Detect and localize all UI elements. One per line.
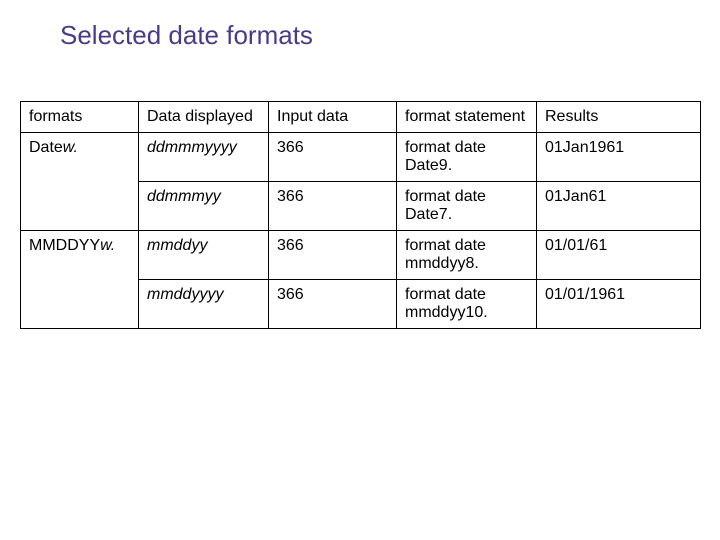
cell-display: mmddyyyy	[139, 280, 269, 329]
cell-input: 366	[269, 280, 397, 329]
cell-result: 01/01/61	[537, 231, 701, 280]
header-formats: formats	[21, 102, 139, 133]
format-suffix: w.	[63, 139, 78, 156]
format-suffix: w.	[100, 237, 115, 254]
cell-stmt: format date mmddyy10.	[397, 280, 537, 329]
cell-input: 366	[269, 231, 397, 280]
table-row: MMDDYYw. mmddyy 366 format date mmddyy8.…	[21, 231, 701, 280]
header-results: Results	[537, 102, 701, 133]
page-title: Selected date formats	[60, 20, 700, 51]
cell-result: 01/01/1961	[537, 280, 701, 329]
cell-stmt: format date Date7.	[397, 182, 537, 231]
header-display: Data displayed	[139, 102, 269, 133]
table-row: Datew. ddmmmyyyy 366 format date Date9. …	[21, 133, 701, 182]
cell-stmt: format date mmddyy8.	[397, 231, 537, 280]
table-header-row: formats Data displayed Input data format…	[21, 102, 701, 133]
header-input: Input data	[269, 102, 397, 133]
format-prefix: Date	[29, 139, 63, 156]
cell-display: ddmmmyy	[139, 182, 269, 231]
cell-input: 366	[269, 182, 397, 231]
cell-input: 366	[269, 133, 397, 182]
cell-result: 01Jan61	[537, 182, 701, 231]
header-stmt: format statement	[397, 102, 537, 133]
formats-table: formats Data displayed Input data format…	[20, 101, 701, 329]
format-prefix: MMDDYY	[29, 237, 100, 254]
cell-display: ddmmmyyyy	[139, 133, 269, 182]
cell-format: Datew.	[21, 133, 139, 231]
cell-display: mmddyy	[139, 231, 269, 280]
cell-result: 01Jan1961	[537, 133, 701, 182]
cell-format: MMDDYYw.	[21, 231, 139, 329]
cell-stmt: format date Date9.	[397, 133, 537, 182]
